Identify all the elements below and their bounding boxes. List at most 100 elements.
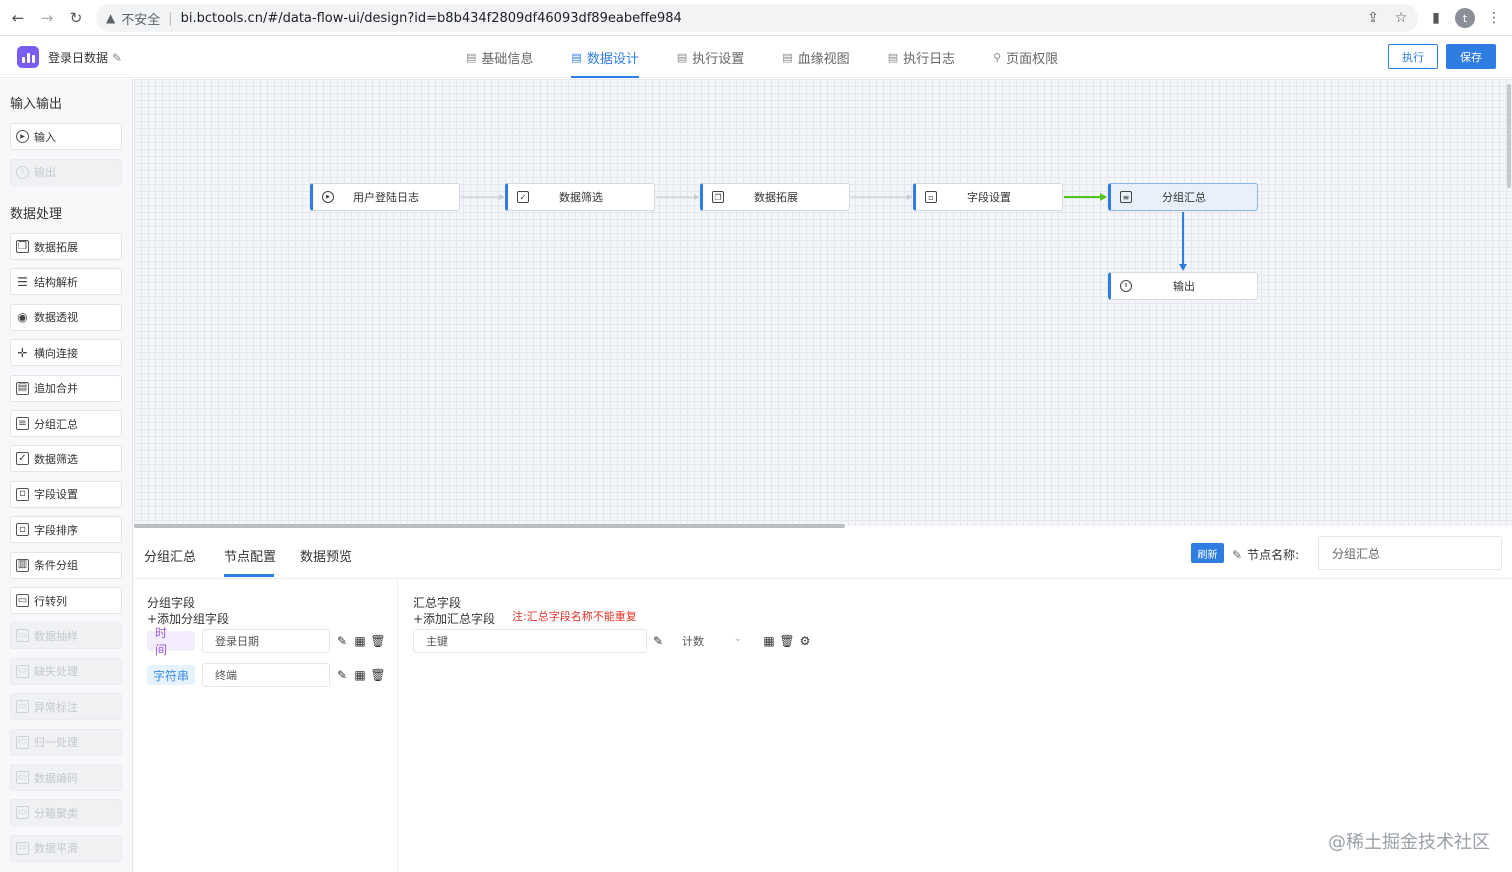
summary-field-input[interactable]: 主键	[413, 629, 647, 653]
type-tag-string: 字符串	[147, 665, 195, 685]
sidebar-item[interactable]: ▫ 字段排序	[10, 516, 122, 544]
copy-icon: ❐	[712, 191, 724, 203]
app-logo-icon	[17, 46, 39, 68]
sidebar-item[interactable]: ▶ 输入	[10, 123, 122, 150]
grid-icon[interactable]: ▦	[353, 634, 367, 648]
tab-4[interactable]: ▤ 执行日志	[888, 36, 955, 78]
tab-label: 执行日志	[903, 51, 956, 67]
flow-canvas[interactable]	[134, 79, 1512, 526]
forward-icon[interactable]: →	[35, 6, 59, 30]
flow-node[interactable]: ✓ 数据筛选	[505, 183, 655, 211]
canvas-vertical-scrollbar[interactable]	[1507, 84, 1511, 188]
summary-fields-title: 汇总字段	[413, 596, 462, 610]
back-icon[interactable]: ←	[6, 6, 30, 30]
component-sidebar: 输入输出 数据处理 ▶ 输入 II 输出 ❐ 数据拓展 ☰ 结构解析 ◉ 数据透视 ✛ 横向连接 ▤ 追加…	[0, 79, 133, 872]
play-circle-icon: ▶	[16, 130, 29, 143]
reload-icon[interactable]: ↻	[64, 6, 88, 30]
sidebar-item: ▭ 归一处理	[10, 728, 122, 756]
flow-node[interactable]: ▫ 字段设置	[913, 183, 1063, 211]
sidebar-item: ▭ 数据编码	[10, 764, 122, 791]
eye-icon: ◉	[17, 310, 28, 325]
edit-icon[interactable]: ✎	[335, 634, 349, 648]
app-title[interactable]: 登录日数据 ✎	[48, 49, 122, 66]
group-field-input[interactable]: 终端	[202, 663, 330, 687]
tab-1[interactable]: ▤ 数据设计	[571, 36, 640, 78]
warning-icon: ▲	[106, 11, 116, 25]
sidebar-item[interactable]: ▫ 字段设置	[10, 480, 122, 508]
sidebar-item[interactable]: ▤ 追加合并	[10, 374, 122, 402]
flow-node[interactable]: ▶ 用户登陆日志	[310, 183, 460, 211]
sidebar-item[interactable]: ✓ 数据筛选	[10, 445, 122, 473]
sidebar-item-label: 数据拓展	[34, 240, 78, 254]
sidebar-item: II 输出	[10, 158, 122, 186]
flow-node[interactable]: II 输出	[1108, 272, 1258, 300]
address-bar[interactable]: ▲ 不安全 | bi.bctools.cn/#/data-flow-ui/des…	[96, 4, 1418, 32]
sidebar-item[interactable]: ❐ 数据拓展	[10, 233, 122, 260]
more-icon[interactable]: ⋮	[1482, 6, 1506, 30]
tab-3[interactable]: ▤ 血缘视图	[782, 36, 849, 78]
sidepanel-icon[interactable]: ▮	[1424, 6, 1448, 30]
edit-icon[interactable]: ✎	[335, 668, 349, 682]
profile-avatar[interactable]: t	[1455, 8, 1475, 28]
sidebar-item[interactable]: ☰ 结构解析	[10, 268, 122, 296]
sidebar-section-processing: 数据处理	[10, 207, 63, 222]
file-icon: ▫	[925, 191, 937, 203]
grid-icon[interactable]: ▦	[353, 668, 367, 682]
tab-data-preview[interactable]: 数据预览	[300, 546, 352, 565]
play-circle-icon: ▶	[322, 191, 334, 203]
add-summary-field-button[interactable]: +添加汇总字段	[413, 610, 495, 627]
sidebar-item-label: 行转列	[34, 594, 67, 608]
copy-icon: ❐	[16, 240, 29, 253]
star-icon[interactable]: ☆	[1389, 6, 1413, 30]
group-field-input[interactable]: 登录日期	[202, 629, 330, 653]
window-icon: ▭	[16, 841, 29, 855]
execute-button[interactable]: 执行	[1388, 44, 1438, 69]
edit-icon[interactable]: ✎	[112, 51, 122, 65]
share-icon[interactable]: ⇪	[1361, 6, 1385, 30]
tab-summary[interactable]: 分组汇总	[144, 546, 196, 565]
window-icon: ▭	[16, 629, 29, 643]
sidebar-item-label: 条件分组	[34, 559, 78, 573]
sidebar-item-label: 分组汇总	[34, 417, 78, 431]
save-button[interactable]: 保存	[1446, 44, 1496, 69]
trash-icon[interactable]: 🗑	[779, 634, 794, 648]
aggregate-select[interactable]: 计数 ⌄	[668, 629, 748, 653]
sliders-icon: ☰	[17, 274, 28, 289]
document-icon: ▤	[887, 50, 899, 64]
flow-node-label: 输出	[1173, 280, 1195, 293]
grid-icon[interactable]: ▦	[762, 634, 776, 648]
group-fields-panel: 分组字段 +添加分组字段 时间 登录日期 ✎ ▦ 🗑 字符串 终端 ✎ ▦ 🗑	[134, 579, 398, 872]
flow-node-label: 字段设置	[967, 191, 1011, 204]
trash-icon[interactable]: 🗑	[370, 634, 385, 648]
url-separator: |	[168, 10, 173, 26]
document-icon: ▤	[782, 50, 793, 64]
sidebar-item[interactable]: ▭ 行转列	[10, 587, 122, 614]
flow-node-label: 数据拓展	[754, 191, 798, 204]
tab-0[interactable]: ▤ 基础信息	[466, 36, 533, 78]
flow-node-label: 用户登陆日志	[353, 191, 419, 204]
document-icon: ▤	[466, 50, 477, 64]
summary-note: 注:汇总字段名称不能重复	[512, 610, 637, 623]
window-icon: ▭	[16, 735, 29, 749]
tab-node-config[interactable]: 节点配置	[224, 546, 276, 565]
settings-icon[interactable]: ⚙	[798, 634, 812, 648]
refresh-button[interactable]: 刷新	[1191, 543, 1224, 563]
sidebar-item-label: 数据筛选	[34, 452, 78, 466]
tab-2[interactable]: ▤ 执行设置	[677, 36, 744, 78]
sidebar-item[interactable]: ▥ 条件分组	[10, 551, 122, 579]
tab-label: 数据设计	[586, 51, 639, 67]
flow-node[interactable]: ❐ 数据拓展	[700, 183, 850, 211]
trash-icon[interactable]: 🗑	[370, 668, 385, 682]
sidebar-item: ▭ 缺失处理	[10, 657, 122, 685]
flow-node[interactable]: ≡ 分组汇总	[1108, 183, 1258, 211]
pencil-icon: ✎	[1232, 548, 1243, 562]
tab-5[interactable]: ⚲ 页面权限	[993, 36, 1058, 78]
file-icon: ▫	[16, 523, 29, 537]
sidebar-item[interactable]: ≡ 分组汇总	[10, 410, 122, 437]
node-name-input[interactable]: 分组汇总	[1318, 536, 1502, 570]
sidebar-item[interactable]: ✛ 横向连接	[10, 339, 122, 367]
edit-icon[interactable]: ✎	[651, 634, 665, 648]
sidebar-item[interactable]: ◉ 数据透视	[10, 303, 122, 331]
app-header: 登录日数据 ✎ ▤ 基础信息 ▤ 数据设计 ▤ 执行设置 ▤ 血缘视图 ▤ 执行日志 ⚲ 页面权限 执行…	[0, 36, 1512, 78]
config-tabs: 分组汇总 节点配置 数据预览 刷新 ✎ 节点名称: 分组汇总	[134, 528, 1512, 579]
